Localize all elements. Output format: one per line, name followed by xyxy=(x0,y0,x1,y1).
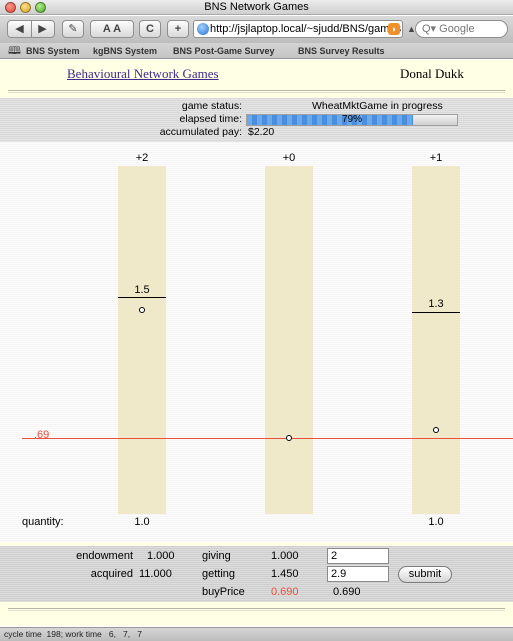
column-3-marker xyxy=(433,427,439,433)
price-line xyxy=(22,438,513,439)
bookmark-kgbns-system[interactable]: kgBNS System xyxy=(93,43,157,59)
bookmark-post-game-survey[interactable]: BNS Post-Game Survey xyxy=(173,43,275,59)
column-3-head: +1 xyxy=(429,152,443,164)
trade-controls: endowment 1.000 giving 1.000 acquired 11… xyxy=(0,546,513,602)
back-forward-buttons: ◀ ▶ xyxy=(7,20,55,38)
column-3-level-line xyxy=(412,312,460,313)
column-1-level-line xyxy=(118,297,166,298)
add-bookmark-icon[interactable]: + xyxy=(167,20,189,38)
browser-status-bar: cycle time 198; work time 6, 7, 7 xyxy=(0,627,513,641)
bookmarks-bar: 🕮 BNS System kgBNS System BNS Post-Game … xyxy=(0,43,513,59)
accumulated-pay-value: $2.20 xyxy=(248,126,275,138)
window-title: BNS Network Games xyxy=(204,1,309,13)
market-column-3[interactable] xyxy=(412,166,460,514)
behavioural-games-link[interactable]: Behavioural Network Games xyxy=(67,66,219,82)
header-divider xyxy=(8,90,505,93)
search-input[interactable]: Q▾ Google xyxy=(415,20,508,38)
acquired-label: acquired xyxy=(90,568,133,580)
endowment-value: 1.000 xyxy=(147,550,175,562)
page-content: Behavioural Network Games Donal Dukk gam… xyxy=(0,60,513,626)
column-3-level-label: 1.3 xyxy=(428,298,444,310)
accumulated-pay-label: accumulated pay: xyxy=(159,126,242,138)
price-line-label: .69 xyxy=(34,429,50,441)
game-status-value: WheatMktGame in progress xyxy=(312,100,443,112)
window-titlebar: BNS Network Games xyxy=(0,0,513,15)
user-name: Donal Dukk xyxy=(400,66,464,81)
column-3-quantity: 1.0 xyxy=(428,516,444,528)
quantity-label: quantity: xyxy=(22,516,64,528)
getting-label: getting xyxy=(202,568,236,580)
buyprice-value: 0.690 xyxy=(271,586,299,598)
getting-value: 1.450 xyxy=(271,568,299,580)
column-1-quantity: 1.0 xyxy=(134,516,150,528)
reload-icon[interactable]: C xyxy=(139,20,161,38)
column-1-marker xyxy=(139,307,145,313)
giving-label: giving xyxy=(202,550,231,562)
column-2-marker xyxy=(286,435,292,441)
giving-input[interactable] xyxy=(327,548,389,564)
globe-icon xyxy=(197,23,209,35)
market-column-1[interactable] xyxy=(118,166,166,514)
game-status-label: game status: xyxy=(181,100,242,112)
forward-icon[interactable]: ▶ xyxy=(32,21,54,37)
market-column-2[interactable] xyxy=(265,166,313,514)
giving-value: 1.000 xyxy=(271,550,299,562)
buyprice-value-2: 0.690 xyxy=(333,586,361,598)
elapsed-progress-bar: 79% xyxy=(246,114,458,126)
address-bar[interactable]: http://jsjlaptop.local/~sjudd/BNS/games … xyxy=(193,20,403,38)
bookmarks-book-icon[interactable]: 🕮 xyxy=(8,43,21,59)
column-2-head: +0 xyxy=(282,152,296,164)
submit-button[interactable]: submit xyxy=(398,566,452,583)
market-game-area: +2 1.5 +0 +1 1.3 .69 quantity: 1.0 1.0 xyxy=(0,142,513,542)
buyprice-label: buyPrice xyxy=(202,586,245,598)
game-status-panel: game status: WheatMktGame in progress el… xyxy=(0,98,513,142)
address-url: http://jsjlaptop.local/~sjudd/BNS/games xyxy=(210,23,402,35)
bookmark-survey-results[interactable]: BNS Survey Results xyxy=(298,43,385,59)
edit-icon[interactable]: ✎ xyxy=(62,20,84,38)
text-size-button[interactable]: A A xyxy=(90,20,134,38)
getting-input[interactable] xyxy=(327,566,389,582)
column-1-level-label: 1.5 xyxy=(134,284,150,296)
rss-icon[interactable]: ◗ xyxy=(388,23,400,35)
acquired-value: 11.000 xyxy=(139,568,172,580)
browser-toolbar: ◀ ▶ ✎ A A C + http://jsjlaptop.local/~sju… xyxy=(0,16,513,43)
elapsed-time-label: elapsed time: xyxy=(179,113,242,125)
endowment-label: endowment xyxy=(76,550,133,562)
footer-divider xyxy=(8,608,505,611)
bookmark-bns-system[interactable]: BNS System xyxy=(26,43,80,59)
column-1-head: +2 xyxy=(135,152,149,164)
elapsed-progress-text: 79% xyxy=(341,114,362,125)
back-icon[interactable]: ◀ xyxy=(9,21,31,37)
